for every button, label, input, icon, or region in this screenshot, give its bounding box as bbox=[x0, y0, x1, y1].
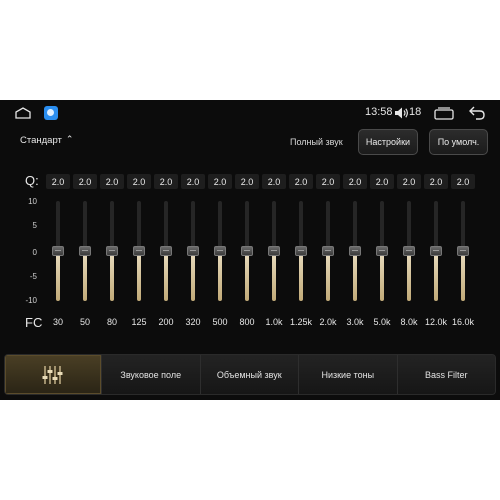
app-icon[interactable] bbox=[44, 106, 58, 120]
recent-apps-icon[interactable] bbox=[434, 107, 454, 120]
eq-slider-thumb[interactable] bbox=[133, 246, 145, 256]
eq-band: 2.0 16.0k bbox=[450, 174, 476, 334]
clock: 13:58 bbox=[365, 106, 393, 118]
eq-band: 2.0 320 bbox=[180, 174, 206, 334]
eq-slider-fill bbox=[218, 251, 222, 301]
eq-slider-thumb[interactable] bbox=[376, 246, 388, 256]
eq-slider-fill bbox=[380, 251, 384, 301]
q-value[interactable]: 2.0 bbox=[289, 174, 313, 189]
eq-slider-fill bbox=[407, 251, 411, 301]
scale-label: -10 bbox=[25, 296, 37, 305]
eq-slider-thumb[interactable] bbox=[106, 246, 118, 256]
eq-slider-thumb[interactable] bbox=[52, 246, 64, 256]
eq-slider-fill bbox=[164, 251, 168, 301]
eq-band: 2.0 1.0k bbox=[261, 174, 287, 334]
eq-slider-thumb[interactable] bbox=[322, 246, 334, 256]
eq-slider-thumb[interactable] bbox=[430, 246, 442, 256]
eq-slider-thumb[interactable] bbox=[295, 246, 307, 256]
eq-slider-fill bbox=[137, 251, 141, 301]
scale-label: 10 bbox=[28, 197, 37, 206]
eq-slider-thumb[interactable] bbox=[241, 246, 253, 256]
q-value[interactable]: 2.0 bbox=[100, 174, 124, 189]
eq-band: 2.0 8.0k bbox=[396, 174, 422, 334]
eq-slider-fill bbox=[299, 251, 303, 301]
eq-slider-thumb[interactable] bbox=[349, 246, 361, 256]
eq-slider-fill bbox=[326, 251, 330, 301]
back-icon[interactable] bbox=[468, 105, 486, 121]
reset-default-button[interactable]: По умолч. bbox=[429, 129, 488, 155]
eq-slider-thumb[interactable] bbox=[214, 246, 226, 256]
eq-slider-thumb[interactable] bbox=[187, 246, 199, 256]
eq-slider-thumb[interactable] bbox=[160, 246, 172, 256]
eq-band: 2.0 1.25k bbox=[288, 174, 314, 334]
q-value[interactable]: 2.0 bbox=[46, 174, 70, 189]
eq-slider-fill bbox=[272, 251, 276, 301]
volume-level: 18 bbox=[409, 106, 422, 118]
scale-label: 5 bbox=[32, 221, 37, 230]
q-value[interactable]: 2.0 bbox=[208, 174, 232, 189]
tab-bar: Звуковое поле Объемный звук Низкие тоны … bbox=[4, 354, 496, 395]
home-icon[interactable] bbox=[15, 107, 31, 119]
eq-slider-fill bbox=[461, 251, 465, 301]
q-value[interactable]: 2.0 bbox=[370, 174, 394, 189]
eq-band: 2.0 30 bbox=[45, 174, 71, 334]
eq-band: 2.0 12.0k bbox=[423, 174, 449, 334]
frequency-label: 16.0k bbox=[451, 317, 475, 327]
q-value[interactable]: 2.0 bbox=[154, 174, 178, 189]
q-value[interactable]: 2.0 bbox=[181, 174, 205, 189]
eq-slider-fill bbox=[83, 251, 87, 301]
preset-selector[interactable]: Стандарт ⌃ bbox=[20, 134, 74, 146]
eq-band: 2.0 125 bbox=[126, 174, 152, 334]
eq-slider-thumb[interactable] bbox=[268, 246, 280, 256]
full-sound-label[interactable]: Полный звук bbox=[290, 137, 343, 147]
scale-label: 0 bbox=[32, 248, 37, 257]
q-value[interactable]: 2.0 bbox=[235, 174, 259, 189]
eq-slider-fill bbox=[434, 251, 438, 301]
preset-label: Стандарт bbox=[20, 135, 62, 146]
tab-bass[interactable]: Низкие тоны bbox=[298, 355, 397, 394]
eq-band: 2.0 80 bbox=[99, 174, 125, 334]
q-label: Q: bbox=[25, 173, 39, 188]
tab-sound-field[interactable]: Звуковое поле bbox=[101, 355, 200, 394]
settings-button[interactable]: Настройки bbox=[358, 129, 418, 155]
eq-slider-fill bbox=[110, 251, 114, 301]
eq-slider-thumb[interactable] bbox=[457, 246, 469, 256]
eq-slider-thumb[interactable] bbox=[79, 246, 91, 256]
q-value[interactable]: 2.0 bbox=[451, 174, 475, 189]
eq-band: 2.0 2.0k bbox=[315, 174, 341, 334]
q-value[interactable]: 2.0 bbox=[127, 174, 151, 189]
tab-bass-filter[interactable]: Bass Filter bbox=[396, 355, 495, 394]
eq-band: 2.0 3.0k bbox=[342, 174, 368, 334]
eq-slider-fill bbox=[353, 251, 357, 301]
tab-equalizer[interactable] bbox=[5, 355, 101, 394]
tab-surround-sound[interactable]: Объемный звук bbox=[199, 355, 298, 394]
q-value[interactable]: 2.0 bbox=[316, 174, 340, 189]
volume-icon[interactable] bbox=[394, 106, 410, 120]
eq-slider-thumb[interactable] bbox=[403, 246, 415, 256]
eq-band: 2.0 50 bbox=[72, 174, 98, 334]
eq-slider-fill bbox=[245, 251, 249, 301]
q-value[interactable]: 2.0 bbox=[424, 174, 448, 189]
eq-slider-fill bbox=[56, 251, 60, 301]
equalizer-screen: 13:58 18 Стандарт ⌃ Полный звук Настройки… bbox=[0, 100, 500, 400]
eq-slider-fill bbox=[191, 251, 195, 301]
equalizer-sliders-icon bbox=[42, 365, 63, 384]
eq-band: 2.0 5.0k bbox=[369, 174, 395, 334]
chevron-up-icon: ⌃ bbox=[65, 134, 74, 144]
q-value[interactable]: 2.0 bbox=[262, 174, 286, 189]
q-value[interactable]: 2.0 bbox=[73, 174, 97, 189]
eq-band: 2.0 200 bbox=[153, 174, 179, 334]
scale-label: -5 bbox=[29, 272, 37, 281]
q-value[interactable]: 2.0 bbox=[343, 174, 367, 189]
q-value[interactable]: 2.0 bbox=[397, 174, 421, 189]
eq-band: 2.0 500 bbox=[207, 174, 233, 334]
eq-band: 2.0 800 bbox=[234, 174, 260, 334]
